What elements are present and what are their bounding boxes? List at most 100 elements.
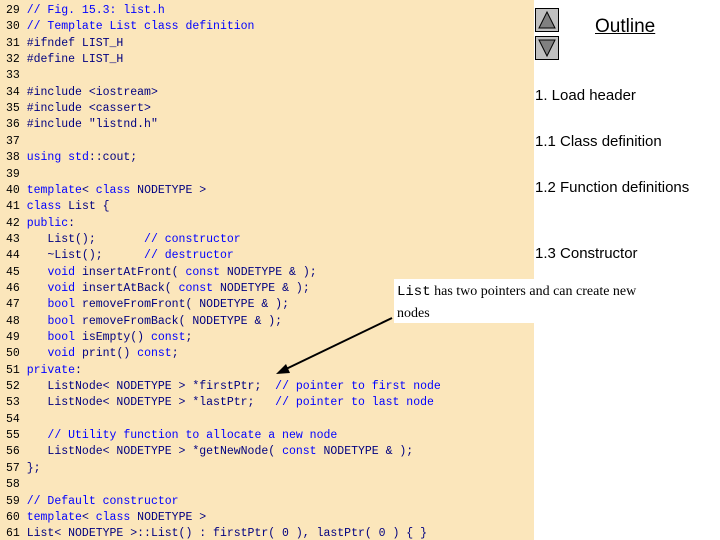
line-number: 51 bbox=[6, 363, 20, 377]
code-keyword: bool bbox=[47, 331, 82, 344]
code-line: 49 bool isEmpty() const; bbox=[6, 330, 192, 346]
outline-item-class-definition: 1.1 Class definition bbox=[535, 133, 662, 150]
code-text: NODETYPE > bbox=[137, 183, 207, 197]
line-number: 57 bbox=[6, 461, 20, 475]
code-keyword: void bbox=[47, 347, 82, 361]
code-comment: // pointer to last node bbox=[275, 396, 434, 410]
code-text: insertAtFront( bbox=[81, 265, 186, 279]
code-text: ::cout; bbox=[88, 151, 138, 165]
line-number: 38 bbox=[6, 151, 20, 165]
code-text: NODETYPE & ); bbox=[226, 265, 317, 279]
line-number: 45 bbox=[6, 265, 20, 279]
line-number: 59 bbox=[6, 494, 20, 508]
callout-text: has two pointers and can create new node… bbox=[397, 284, 637, 321]
code-keyword: void bbox=[47, 281, 82, 295]
callout-code-term: List bbox=[397, 284, 431, 300]
code-listing: 29 // Fig. 15.3: list.h 30 // Template Li… bbox=[0, 0, 534, 540]
code-text: removeFromBack( NODETYPE & ); bbox=[81, 314, 283, 328]
line-number: 48 bbox=[6, 314, 20, 328]
code-text: : bbox=[75, 363, 82, 377]
code-text: List(); bbox=[26, 232, 145, 246]
code-text: #define LIST_H bbox=[26, 53, 124, 67]
code-text: print() bbox=[81, 347, 138, 361]
code-keyword: bool bbox=[47, 298, 82, 312]
line-number: 33 bbox=[6, 69, 20, 83]
callout-note: List has two pointers and can create new… bbox=[394, 279, 654, 323]
line-number: 52 bbox=[6, 380, 20, 394]
code-comment: // constructor bbox=[144, 232, 241, 246]
code-text: insertAtBack( bbox=[81, 281, 179, 295]
code-keyword: class bbox=[95, 183, 138, 197]
code-line: 43 List(); // constructor bbox=[6, 232, 241, 248]
code-line: 53 ListNode< NODETYPE > *lastPtr; // poi… bbox=[6, 395, 434, 411]
code-line: 55 // Utility function to allocate a new… bbox=[6, 428, 337, 444]
code-text: #include <cassert> bbox=[26, 102, 151, 116]
code-text: ListNode< NODETYPE > *lastPtr; bbox=[26, 396, 276, 410]
code-line: 31 #ifndef LIST_H bbox=[6, 36, 123, 52]
code-line: 30 // Template List class definition bbox=[6, 19, 254, 35]
code-text: List { bbox=[68, 200, 110, 214]
code-text: isEmpty() bbox=[81, 331, 151, 344]
line-number: 44 bbox=[6, 249, 20, 263]
code-line: 42 public: bbox=[6, 216, 75, 232]
line-number: 39 bbox=[6, 167, 20, 181]
next-slide-button[interactable] bbox=[535, 36, 559, 60]
line-number: 46 bbox=[6, 281, 20, 295]
code-keyword: private bbox=[26, 363, 76, 377]
code-keyword: void bbox=[47, 265, 82, 279]
code-line: 32 #define LIST_H bbox=[6, 52, 123, 68]
code-line: 44 ~List(); // destructor bbox=[6, 248, 234, 264]
outline-title[interactable]: Outline bbox=[595, 16, 655, 38]
code-text: NODETYPE & ); bbox=[323, 445, 414, 459]
code-line: 48 bool removeFromBack( NODETYPE & ); bbox=[6, 314, 282, 330]
code-text: NODETYPE > bbox=[137, 510, 207, 524]
code-text: #include "listnd.h" bbox=[26, 118, 158, 132]
line-number: 42 bbox=[6, 216, 20, 230]
code-comment: // pointer to first node bbox=[275, 380, 441, 394]
code-comment: // Default constructor bbox=[26, 494, 179, 508]
line-number: 37 bbox=[6, 134, 20, 148]
line-number: 41 bbox=[6, 200, 20, 214]
code-line: 54 bbox=[6, 412, 27, 428]
triangle-up-icon bbox=[538, 10, 556, 29]
code-text: < bbox=[81, 510, 96, 524]
code-keyword: using bbox=[26, 151, 69, 165]
code-keyword: class bbox=[26, 200, 69, 214]
code-text: }; bbox=[26, 461, 41, 475]
line-number: 49 bbox=[6, 331, 20, 344]
line-number: 58 bbox=[6, 478, 20, 492]
code-line: 29 // Fig. 15.3: list.h bbox=[6, 3, 165, 19]
code-keyword: const bbox=[178, 281, 220, 295]
code-line: 61 List< NODETYPE >::List() : firstPtr( … bbox=[6, 526, 427, 540]
code-line: 47 bool removeFromFront( NODETYPE & ); bbox=[6, 297, 289, 313]
code-keyword: template bbox=[26, 183, 82, 197]
line-number: 50 bbox=[6, 347, 20, 361]
code-line: 52 ListNode< NODETYPE > *firstPtr; // po… bbox=[6, 379, 441, 395]
line-number: 35 bbox=[6, 102, 20, 116]
code-line: 56 ListNode< NODETYPE > *getNewNode( con… bbox=[6, 444, 413, 460]
code-line: 51 private: bbox=[6, 363, 82, 379]
code-comment: // Template List class definition bbox=[26, 20, 255, 34]
code-text: : bbox=[68, 216, 76, 230]
code-text: ; bbox=[185, 331, 193, 344]
code-line: 36 #include "listnd.h" bbox=[6, 117, 158, 133]
code-keyword: const bbox=[137, 347, 172, 361]
code-keyword: class bbox=[95, 510, 138, 524]
previous-slide-button[interactable] bbox=[535, 8, 559, 32]
line-number: 31 bbox=[6, 36, 20, 50]
line-number: 30 bbox=[6, 20, 20, 34]
outline-item-function-definitions: 1.2 Function definitions bbox=[535, 179, 690, 196]
line-number: 47 bbox=[6, 298, 20, 312]
code-line: 37 bbox=[6, 134, 27, 150]
code-keyword: const bbox=[185, 265, 227, 279]
code-keyword: const bbox=[282, 445, 324, 459]
line-number: 61 bbox=[6, 527, 20, 540]
code-line: 41 class List { bbox=[6, 199, 110, 215]
code-line: 45 void insertAtFront( const NODETYPE & … bbox=[6, 265, 317, 281]
code-text: ~List(); bbox=[26, 249, 145, 263]
triangle-down-icon bbox=[538, 39, 556, 58]
line-number: 29 bbox=[6, 4, 20, 17]
code-text: ListNode< NODETYPE > *getNewNode( bbox=[26, 445, 283, 459]
